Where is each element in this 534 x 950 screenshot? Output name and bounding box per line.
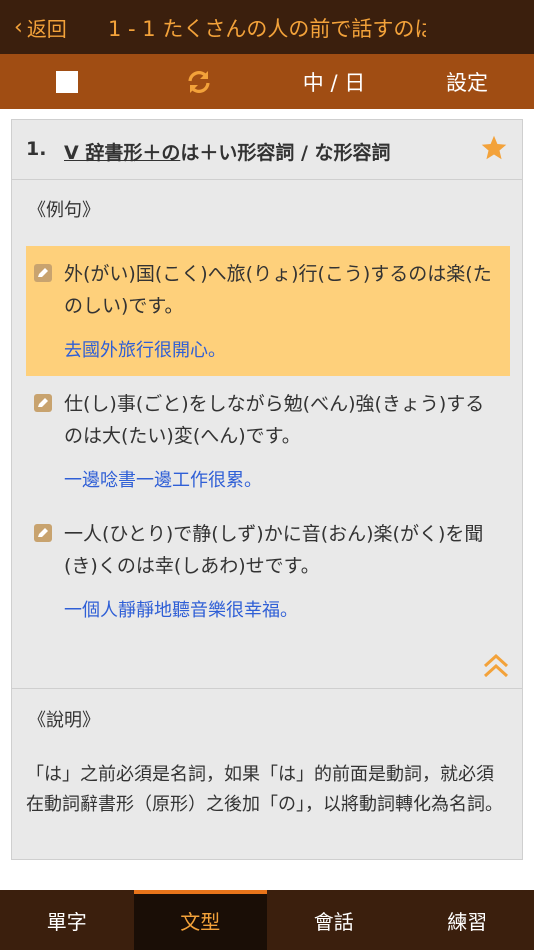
tab-bar: 單字 文型 會話 練習 bbox=[0, 890, 534, 950]
tab-practice[interactable]: 練習 bbox=[401, 890, 534, 950]
pencil-icon bbox=[34, 264, 52, 282]
tab-sentence-patterns[interactable]: 文型 bbox=[133, 890, 267, 950]
double-chevron-up-icon[interactable] bbox=[482, 652, 510, 680]
example-item[interactable]: 一人(ひとり)で静(しず)かに音(おん)楽(がく)を聞(き)くのは幸(しあわ)せ… bbox=[26, 506, 510, 636]
grammar-pattern-underlined: V 辞書形＋の bbox=[64, 142, 181, 164]
title-bar: ‹ 返回 1 - 1 たくさんの人の前で話すのは bbox=[0, 0, 534, 54]
repeat-icon bbox=[188, 70, 210, 93]
stop-icon bbox=[56, 70, 78, 93]
pencil-icon bbox=[34, 394, 52, 412]
settings-button[interactable]: 設定 bbox=[432, 54, 502, 109]
example-translation: 一邊唸書一邊工作很累。 bbox=[64, 470, 262, 491]
grammar-pattern: V 辞書形＋のは＋い形容詞 / な形容詞 bbox=[64, 138, 391, 165]
section-divider bbox=[12, 688, 522, 689]
explanation-text: 「は」之前必須是名詞，如果「は」的前面是動詞，就必須在動詞辭書形（原形）之後加「… bbox=[26, 764, 503, 815]
grammar-number: 1. bbox=[26, 138, 47, 160]
back-button[interactable]: ‹ 返回 bbox=[14, 13, 67, 42]
example-japanese: 外(がい)国(こく)へ旅(りょ)行(こう)するのは楽(たのしい)です。 bbox=[64, 263, 492, 317]
lesson-title: 1 - 1 たくさんの人の前で話すのは bbox=[108, 17, 426, 41]
star-icon[interactable] bbox=[480, 134, 508, 162]
toolbar: 中 / 日 設定 bbox=[0, 54, 534, 109]
stop-button[interactable] bbox=[34, 54, 100, 109]
examples-label: 《例句》 bbox=[28, 200, 100, 221]
pencil-icon bbox=[34, 524, 52, 542]
example-item[interactable]: 仕(し)事(ごと)をしながら勉(べん)強(きょう)するのは大(たい)変(へん)で… bbox=[26, 376, 510, 506]
grammar-card: 1. V 辞書形＋のは＋い形容詞 / な形容詞 《例句》 外(がい)国(こく)へ… bbox=[11, 119, 523, 860]
example-translation: 一個人靜靜地聽音樂很幸福。 bbox=[64, 600, 298, 621]
example-item[interactable]: 外(がい)国(こく)へ旅(りょ)行(こう)するのは楽(たのしい)です。 去國外旅… bbox=[26, 246, 510, 376]
example-japanese: 仕(し)事(ごと)をしながら勉(べん)強(きょう)するのは大(たい)変(へん)で… bbox=[64, 393, 485, 447]
explanation-label: 《說明》 bbox=[28, 710, 100, 731]
grammar-header: 1. V 辞書形＋のは＋い形容詞 / な形容詞 bbox=[12, 120, 522, 180]
tab-vocabulary[interactable]: 單字 bbox=[0, 890, 134, 950]
example-translation: 去國外旅行很開心。 bbox=[64, 340, 226, 361]
example-japanese: 一人(ひとり)で静(しず)かに音(おん)楽(がく)を聞(き)くのは幸(しあわ)せ… bbox=[64, 523, 484, 577]
tab-conversation[interactable]: 會話 bbox=[267, 890, 401, 950]
repeat-button[interactable] bbox=[166, 54, 232, 109]
chevron-left-icon: ‹ bbox=[14, 14, 23, 40]
back-label: 返回 bbox=[26, 17, 67, 41]
language-toggle[interactable]: 中 / 日 bbox=[290, 54, 378, 109]
grammar-pattern-rest: は＋い形容詞 / な形容詞 bbox=[180, 142, 391, 164]
